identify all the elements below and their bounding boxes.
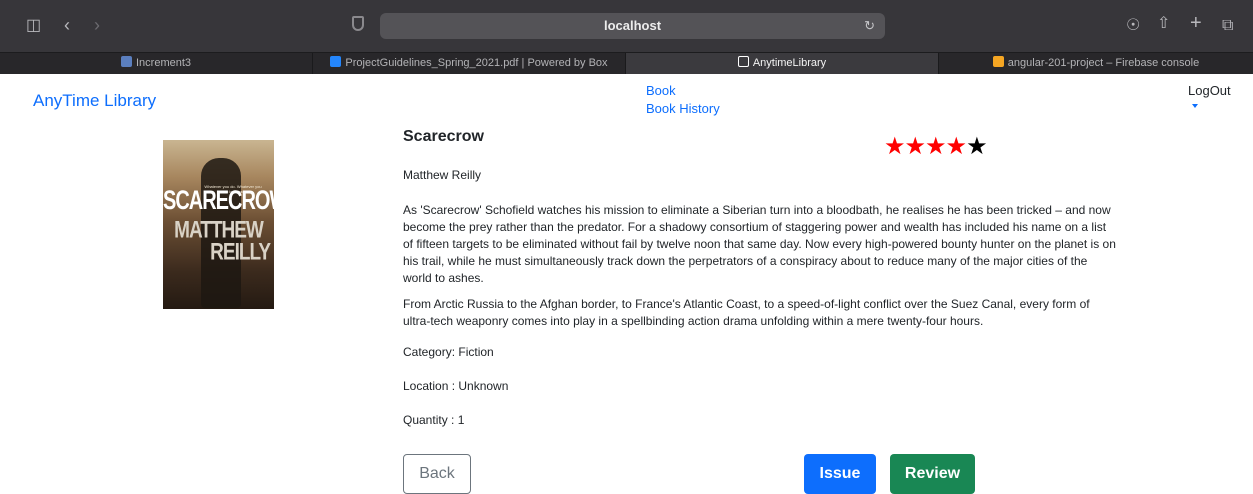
tab-firebase-console[interactable]: angular-201-project – Firebase console xyxy=(939,53,1253,74)
star-filled-icon[interactable]: ★ xyxy=(884,133,905,160)
star-rating[interactable]: ★★★★★ xyxy=(884,133,988,160)
privacy-shield-icon[interactable] xyxy=(352,16,364,31)
book-location: Location : Unknown xyxy=(403,379,509,393)
star-filled-icon[interactable]: ★ xyxy=(946,133,967,160)
cover-author-last: REILLY xyxy=(210,239,271,266)
description-paragraph-1: As 'Scarecrow' Schofield watches his mis… xyxy=(403,203,1116,285)
back-button[interactable]: Back xyxy=(403,454,471,494)
nav-link-book-history[interactable]: Book History xyxy=(646,101,720,116)
brand-link[interactable]: AnyTime Library xyxy=(33,91,156,111)
firebase-favicon-icon xyxy=(992,56,1004,67)
tab-label: ProjectGuidelines_Spring_2021.pdf | Powe… xyxy=(345,57,608,69)
sidebar-toggle-icon[interactable]: ◫ xyxy=(26,18,41,34)
tab-label: Increment3 xyxy=(135,57,192,69)
tab-overview-icon[interactable]: ⧉ xyxy=(1222,18,1233,34)
download-icon[interactable]: ☉ xyxy=(1126,18,1140,34)
star-empty-icon[interactable]: ★ xyxy=(966,133,987,160)
logout-dropdown[interactable]: LogOut xyxy=(1188,83,1231,98)
share-icon[interactable]: ⇧ xyxy=(1157,16,1170,32)
tab-project-guidelines[interactable]: ProjectGuidelines_Spring_2021.pdf | Powe… xyxy=(313,53,626,74)
description-paragraph-2: From Arctic Russia to the Afghan border,… xyxy=(403,297,1090,328)
book-category: Category: Fiction xyxy=(403,345,494,359)
increment-favicon-icon xyxy=(120,56,132,67)
angular-favicon-icon xyxy=(737,56,749,67)
forward-arrow-icon[interactable]: › xyxy=(94,16,100,34)
nav-link-book[interactable]: Book xyxy=(646,83,676,98)
back-arrow-icon[interactable]: ‹ xyxy=(64,16,70,34)
tab-label: AnytimeLibrary xyxy=(752,57,827,69)
cover-title: SCARECROW xyxy=(163,185,274,216)
book-title: Scarecrow xyxy=(403,128,484,145)
star-filled-icon[interactable]: ★ xyxy=(925,133,946,160)
book-cover-image: Whatever you do. Whatever you don't look… xyxy=(163,140,274,309)
tab-bar: Increment3 ProjectGuidelines_Spring_2021… xyxy=(0,52,1253,74)
book-author: Matthew Reilly xyxy=(403,168,482,182)
book-quantity: Quantity : 1 xyxy=(403,413,465,427)
address-bar[interactable]: localhost ↻ xyxy=(380,13,885,39)
tab-anytime-library[interactable]: AnytimeLibrary xyxy=(626,53,939,74)
url-text: localhost xyxy=(603,18,662,33)
reload-icon[interactable]: ↻ xyxy=(864,18,875,34)
issue-button[interactable]: Issue xyxy=(804,454,876,494)
star-filled-icon[interactable]: ★ xyxy=(905,133,926,160)
tab-increment3[interactable]: Increment3 xyxy=(0,53,313,74)
dropdown-caret-icon[interactable] xyxy=(1192,104,1198,108)
tab-label: angular-201-project – Firebase console xyxy=(1007,57,1200,69)
browser-toolbar: ◫ ‹ › localhost ↻ ☉ ⇧ + ⧉ xyxy=(0,0,1253,52)
review-button[interactable]: Review xyxy=(890,454,975,494)
box-favicon-icon xyxy=(330,56,342,67)
new-tab-icon[interactable]: + xyxy=(1190,13,1202,33)
